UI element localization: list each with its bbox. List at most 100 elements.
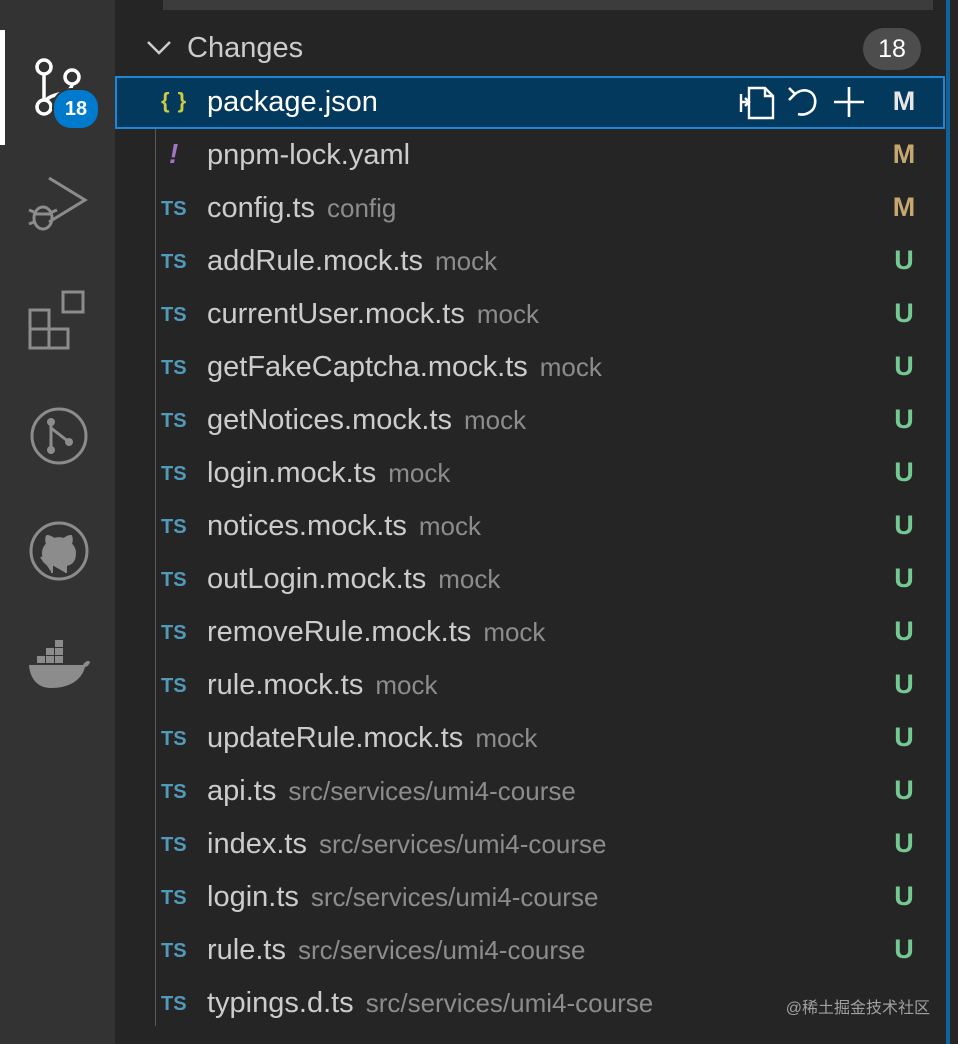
open-file-button[interactable]	[737, 84, 777, 120]
ts-file-icon: TS	[161, 728, 187, 750]
source-control-panel: Changes 18 { } package.json M! pnpm-lock.ya…	[115, 0, 958, 1044]
file-name-text: getFakeCaptcha.mock.ts	[207, 351, 528, 383]
file-name: config.ts config	[207, 192, 396, 225]
git-status-indicator: M	[892, 139, 916, 169]
ts-file-icon: TS	[161, 834, 187, 856]
file-name-text: index.ts	[207, 828, 307, 860]
file-directory: mock	[475, 723, 538, 753]
ts-file-icon: TS	[161, 887, 187, 909]
file-directory: src/services/umi4-course	[365, 988, 654, 1018]
git-status-indicator: U	[894, 351, 914, 381]
file-row[interactable]: TS login.mock.ts mock U	[115, 447, 945, 500]
file-name: currentUser.mock.ts mock	[207, 298, 539, 331]
ts-file-icon: TS	[161, 251, 187, 273]
file-name: getFakeCaptcha.mock.ts mock	[207, 351, 602, 384]
git-status-indicator: U	[894, 510, 914, 540]
file-directory: mock	[476, 299, 539, 329]
file-directory: src/services/umi4-course	[297, 935, 586, 965]
commit-message-area[interactable]	[163, 0, 933, 10]
run-debug-button[interactable]	[0, 148, 115, 248]
extensions-button[interactable]	[0, 266, 115, 366]
file-name: notices.mock.ts mock	[207, 510, 481, 543]
file-row[interactable]: { } package.json M	[115, 76, 945, 129]
file-row[interactable]: ! pnpm-lock.yaml M	[115, 129, 945, 182]
file-directory: src/services/umi4-course	[288, 776, 576, 806]
git-status-indicator: U	[894, 881, 914, 911]
file-row[interactable]: TS getFakeCaptcha.mock.ts mock U	[115, 341, 945, 394]
ts-file-icon: TS	[161, 198, 187, 220]
activity-bar: 18	[0, 0, 115, 1044]
file-row[interactable]: TS config.ts config M	[115, 182, 945, 235]
panel-focus-border	[946, 0, 950, 1044]
file-directory: config	[327, 193, 397, 223]
file-name-text: getNotices.mock.ts	[207, 404, 452, 436]
file-name-text: api.ts	[207, 775, 277, 807]
git-status-indicator: U	[894, 616, 914, 646]
file-name-text: rule.ts	[207, 934, 286, 966]
file-row[interactable]: TS index.ts src/services/umi4-course U	[115, 818, 945, 871]
file-row[interactable]: TS removeRule.mock.ts mock U	[115, 606, 945, 659]
file-directory: mock	[539, 352, 602, 382]
file-row[interactable]: TS addRule.mock.ts mock U	[115, 235, 945, 288]
watermark: @稀土掘金技术社区	[785, 1000, 930, 1017]
file-directory: mock	[438, 564, 501, 594]
ts-file-icon: TS	[161, 463, 187, 485]
chevron-down-icon	[147, 41, 171, 55]
file-name-text: typings.d.ts	[207, 987, 354, 1019]
github-icon	[29, 521, 89, 581]
file-name: login.mock.ts mock	[207, 457, 450, 490]
git-status-indicator: U	[894, 404, 914, 434]
file-row[interactable]: TS rule.ts src/services/umi4-course U	[115, 924, 945, 977]
git-status-indicator: U	[894, 722, 914, 752]
file-directory: mock	[388, 458, 451, 488]
git-status-indicator: U	[894, 669, 914, 699]
file-name-text: notices.mock.ts	[207, 510, 407, 542]
file-row[interactable]: TS notices.mock.ts mock U	[115, 500, 945, 553]
file-directory: mock	[418, 511, 481, 541]
github-button[interactable]	[0, 497, 115, 597]
file-row[interactable]: TS outLogin.mock.ts mock U	[115, 553, 945, 606]
run-debug-icon	[28, 176, 88, 231]
file-row[interactable]: TS currentUser.mock.ts mock U	[115, 288, 945, 341]
file-row[interactable]: TS rule.mock.ts mock U	[115, 659, 945, 712]
file-name-text: updateRule.mock.ts	[207, 722, 464, 754]
file-name: rule.mock.ts mock	[207, 669, 437, 702]
ts-file-icon: TS	[161, 622, 187, 644]
file-name-text: login.mock.ts	[207, 457, 377, 489]
git-status-indicator: U	[894, 298, 914, 328]
file-row[interactable]: TS getNotices.mock.ts mock U	[115, 394, 945, 447]
ts-file-icon: TS	[161, 993, 187, 1015]
file-name: rule.ts src/services/umi4-course	[207, 934, 586, 967]
discard-changes-button[interactable]	[783, 84, 823, 120]
file-directory: mock	[375, 670, 438, 700]
file-directory: mock	[435, 246, 498, 276]
ts-file-icon: TS	[161, 410, 187, 432]
stage-changes-button[interactable]	[829, 84, 869, 120]
git-status-indicator: U	[894, 563, 914, 593]
git-graph-button[interactable]	[0, 382, 115, 482]
changes-title: Changes	[187, 32, 304, 64]
file-name-text: package.json	[207, 86, 378, 118]
stage-changes-icon	[834, 87, 864, 117]
git-status-indicator: U	[894, 775, 914, 805]
docker-button[interactable]	[0, 612, 115, 712]
yaml-file-icon: !	[169, 138, 179, 169]
file-row[interactable]: TS login.ts src/services/umi4-course U	[115, 871, 945, 924]
git-status-indicator: U	[894, 245, 914, 275]
git-status-indicator: U	[894, 828, 914, 858]
file-directory: src/services/umi4-course	[310, 882, 599, 912]
git-status-indicator: U	[894, 934, 914, 964]
file-row[interactable]: TS updateRule.mock.ts mock U	[115, 712, 945, 765]
json-file-icon: { }	[161, 88, 188, 113]
file-name: removeRule.mock.ts mock	[207, 616, 545, 649]
file-row[interactable]: TS api.ts src/services/umi4-course U	[115, 765, 945, 818]
file-name-text: outLogin.mock.ts	[207, 563, 427, 595]
file-name-text: rule.mock.ts	[207, 669, 364, 701]
changes-section-header[interactable]: Changes 18	[115, 24, 945, 74]
file-name-text: config.ts	[207, 192, 315, 224]
discard-changes-icon	[788, 87, 817, 116]
extensions-icon	[28, 290, 85, 350]
changes-file-list: { } package.json M! pnpm-lock.yaml M TS config…	[115, 76, 945, 1030]
file-name: pnpm-lock.yaml	[207, 139, 410, 172]
file-name-text: currentUser.mock.ts	[207, 298, 465, 330]
